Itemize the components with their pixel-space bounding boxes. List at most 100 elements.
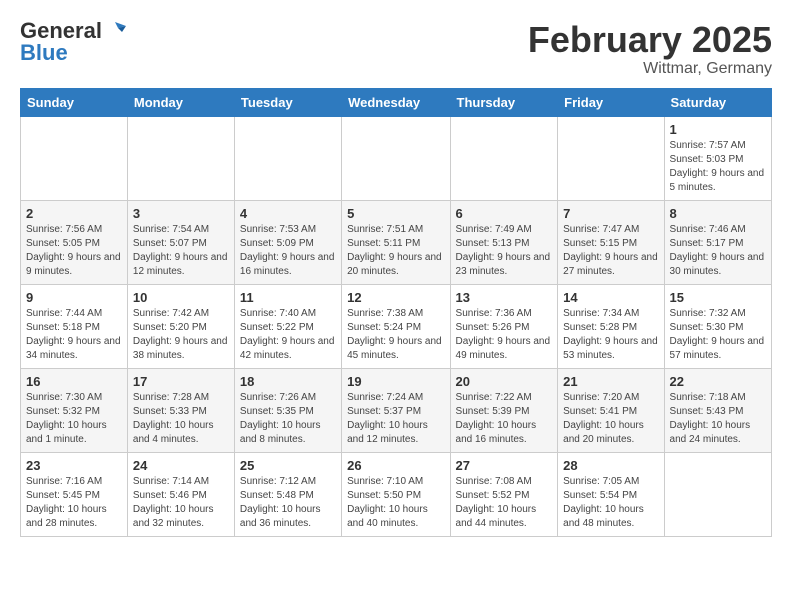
- day-number: 24: [133, 458, 229, 473]
- day-info: Sunrise: 7:10 AM Sunset: 5:50 PM Dayligh…: [347, 475, 444, 531]
- day-info: Sunrise: 7:28 AM Sunset: 5:33 PM Dayligh…: [133, 391, 229, 447]
- calendar-header-row: SundayMondayTuesdayWednesdayThursdayFrid…: [21, 88, 772, 116]
- calendar-cell: [21, 116, 128, 200]
- calendar-cell: 19Sunrise: 7:24 AM Sunset: 5:37 PM Dayli…: [342, 368, 450, 452]
- calendar-cell: 14Sunrise: 7:34 AM Sunset: 5:28 PM Dayli…: [558, 284, 664, 368]
- calendar-cell: 12 Sunrise: 7:38 AM Sunset: 5:24 PM Dayli…: [342, 284, 450, 368]
- calendar-cell: [127, 116, 234, 200]
- calendar-cell: 17Sunrise: 7:28 AM Sunset: 5:33 PM Dayli…: [127, 368, 234, 452]
- day-number: 1: [670, 122, 766, 137]
- day-info: Sunrise: 7:05 AM Sunset: 5:54 PM Dayligh…: [563, 475, 658, 531]
- day-number: 27: [456, 458, 553, 473]
- calendar-header-saturday: Saturday: [664, 88, 771, 116]
- calendar-cell: 28 Sunrise: 7:05 AM Sunset: 5:54 PM Dayli…: [558, 452, 664, 536]
- calendar-cell: [234, 116, 341, 200]
- day-info: Sunrise: 7:57 AM Sunset: 5:03 PM Dayligh…: [670, 139, 766, 195]
- calendar-cell: 1 Sunrise: 7:57 AM Sunset: 5:03 PM Daylig…: [664, 116, 771, 200]
- day-number: 2: [26, 206, 122, 221]
- day-info: Sunrise: 7:14 AM Sunset: 5:46 PM Dayligh…: [133, 475, 229, 531]
- day-info: Sunrise: 7:16 AM Sunset: 5:45 PM Dayligh…: [26, 475, 122, 531]
- calendar-cell: 27 Sunrise: 7:08 AM Sunset: 5:52 PM Dayli…: [450, 452, 558, 536]
- calendar-cell: [342, 116, 450, 200]
- day-info: Sunrise: 7:51 AM Sunset: 5:11 PM Dayligh…: [347, 223, 444, 279]
- calendar-cell: 4 Sunrise: 7:53 AM Sunset: 5:09 PM Daylig…: [234, 200, 341, 284]
- calendar-cell: [558, 116, 664, 200]
- day-number: 21: [563, 374, 658, 389]
- calendar-cell: 3 Sunrise: 7:54 AM Sunset: 5:07 PM Daylig…: [127, 200, 234, 284]
- day-number: 7: [563, 206, 658, 221]
- day-number: 12: [347, 290, 444, 305]
- calendar-header-tuesday: Tuesday: [234, 88, 341, 116]
- day-number: 10: [133, 290, 229, 305]
- logo-general-text: General: [20, 20, 102, 42]
- day-number: 16: [26, 374, 122, 389]
- day-info: Sunrise: 7:53 AM Sunset: 5:09 PM Dayligh…: [240, 223, 336, 279]
- calendar-header-friday: Friday: [558, 88, 664, 116]
- calendar-cell: 18 Sunrise: 7:26 AM Sunset: 5:35 PM Dayli…: [234, 368, 341, 452]
- day-number: 9: [26, 290, 122, 305]
- day-info: Sunrise: 7:56 AM Sunset: 5:05 PM Dayligh…: [26, 223, 122, 279]
- calendar-header-thursday: Thursday: [450, 88, 558, 116]
- calendar-cell: 2 Sunrise: 7:56 AM Sunset: 5:05 PM Daylig…: [21, 200, 128, 284]
- calendar-cell: 6Sunrise: 7:49 AM Sunset: 5:13 PM Daylig…: [450, 200, 558, 284]
- logo-blue-text: Blue: [20, 42, 68, 64]
- location-text: Wittmar, Germany: [528, 60, 772, 78]
- calendar-cell: 23Sunrise: 7:16 AM Sunset: 5:45 PM Dayli…: [21, 452, 128, 536]
- day-info: Sunrise: 7:42 AM Sunset: 5:20 PM Dayligh…: [133, 307, 229, 363]
- day-info: Sunrise: 7:54 AM Sunset: 5:07 PM Dayligh…: [133, 223, 229, 279]
- calendar-cell: [450, 116, 558, 200]
- day-number: 4: [240, 206, 336, 221]
- calendar-week-row: 9Sunrise: 7:44 AM Sunset: 5:18 PM Daylig…: [21, 284, 772, 368]
- calendar-cell: 9Sunrise: 7:44 AM Sunset: 5:18 PM Daylig…: [21, 284, 128, 368]
- day-number: 8: [670, 206, 766, 221]
- day-info: Sunrise: 7:40 AM Sunset: 5:22 PM Dayligh…: [240, 307, 336, 363]
- day-info: Sunrise: 7:38 AM Sunset: 5:24 PM Dayligh…: [347, 307, 444, 363]
- day-info: Sunrise: 7:20 AM Sunset: 5:41 PM Dayligh…: [563, 391, 658, 447]
- calendar-cell: 26 Sunrise: 7:10 AM Sunset: 5:50 PM Dayli…: [342, 452, 450, 536]
- day-info: Sunrise: 7:36 AM Sunset: 5:26 PM Dayligh…: [456, 307, 553, 363]
- calendar-header-monday: Monday: [127, 88, 234, 116]
- calendar-cell: 15 Sunrise: 7:32 AM Sunset: 5:30 PM Dayli…: [664, 284, 771, 368]
- calendar-cell: 24 Sunrise: 7:14 AM Sunset: 5:46 PM Dayli…: [127, 452, 234, 536]
- day-info: Sunrise: 7:22 AM Sunset: 5:39 PM Dayligh…: [456, 391, 553, 447]
- day-info: Sunrise: 7:12 AM Sunset: 5:48 PM Dayligh…: [240, 475, 336, 531]
- day-info: Sunrise: 7:18 AM Sunset: 5:43 PM Dayligh…: [670, 391, 766, 447]
- day-number: 14: [563, 290, 658, 305]
- day-number: 5: [347, 206, 444, 221]
- calendar-week-row: 23Sunrise: 7:16 AM Sunset: 5:45 PM Dayli…: [21, 452, 772, 536]
- calendar-cell: 21 Sunrise: 7:20 AM Sunset: 5:41 PM Dayli…: [558, 368, 664, 452]
- day-number: 22: [670, 374, 766, 389]
- day-info: Sunrise: 7:47 AM Sunset: 5:15 PM Dayligh…: [563, 223, 658, 279]
- title-block: February 2025 Wittmar, Germany: [528, 20, 772, 78]
- logo: General Blue: [20, 20, 126, 64]
- calendar-cell: 16 Sunrise: 7:30 AM Sunset: 5:32 PM Dayli…: [21, 368, 128, 452]
- calendar-table: SundayMondayTuesdayWednesdayThursdayFrid…: [20, 88, 772, 537]
- calendar-cell: 10 Sunrise: 7:42 AM Sunset: 5:20 PM Dayli…: [127, 284, 234, 368]
- calendar-cell: [664, 452, 771, 536]
- day-number: 3: [133, 206, 229, 221]
- day-number: 28: [563, 458, 658, 473]
- day-number: 26: [347, 458, 444, 473]
- day-info: Sunrise: 7:24 AM Sunset: 5:37 PM Dayligh…: [347, 391, 444, 447]
- calendar-cell: 7 Sunrise: 7:47 AM Sunset: 5:15 PM Daylig…: [558, 200, 664, 284]
- calendar-cell: 11Sunrise: 7:40 AM Sunset: 5:22 PM Dayli…: [234, 284, 341, 368]
- day-number: 18: [240, 374, 336, 389]
- day-number: 15: [670, 290, 766, 305]
- calendar-week-row: 2 Sunrise: 7:56 AM Sunset: 5:05 PM Daylig…: [21, 200, 772, 284]
- calendar-week-row: 1 Sunrise: 7:57 AM Sunset: 5:03 PM Daylig…: [21, 116, 772, 200]
- calendar-cell: 13Sunrise: 7:36 AM Sunset: 5:26 PM Dayli…: [450, 284, 558, 368]
- calendar-cell: 22 Sunrise: 7:18 AM Sunset: 5:43 PM Dayli…: [664, 368, 771, 452]
- page-header: General Blue February 2025 Wittmar, Germ…: [20, 20, 772, 78]
- calendar-cell: 20Sunrise: 7:22 AM Sunset: 5:39 PM Dayli…: [450, 368, 558, 452]
- day-info: Sunrise: 7:32 AM Sunset: 5:30 PM Dayligh…: [670, 307, 766, 363]
- day-info: Sunrise: 7:30 AM Sunset: 5:32 PM Dayligh…: [26, 391, 122, 447]
- calendar-cell: 8Sunrise: 7:46 AM Sunset: 5:17 PM Daylig…: [664, 200, 771, 284]
- logo-bird-icon: [104, 18, 126, 40]
- calendar-cell: 5 Sunrise: 7:51 AM Sunset: 5:11 PM Daylig…: [342, 200, 450, 284]
- calendar-header-sunday: Sunday: [21, 88, 128, 116]
- day-number: 6: [456, 206, 553, 221]
- day-info: Sunrise: 7:08 AM Sunset: 5:52 PM Dayligh…: [456, 475, 553, 531]
- month-title: February 2025: [528, 20, 772, 60]
- day-info: Sunrise: 7:26 AM Sunset: 5:35 PM Dayligh…: [240, 391, 336, 447]
- calendar-cell: 25Sunrise: 7:12 AM Sunset: 5:48 PM Dayli…: [234, 452, 341, 536]
